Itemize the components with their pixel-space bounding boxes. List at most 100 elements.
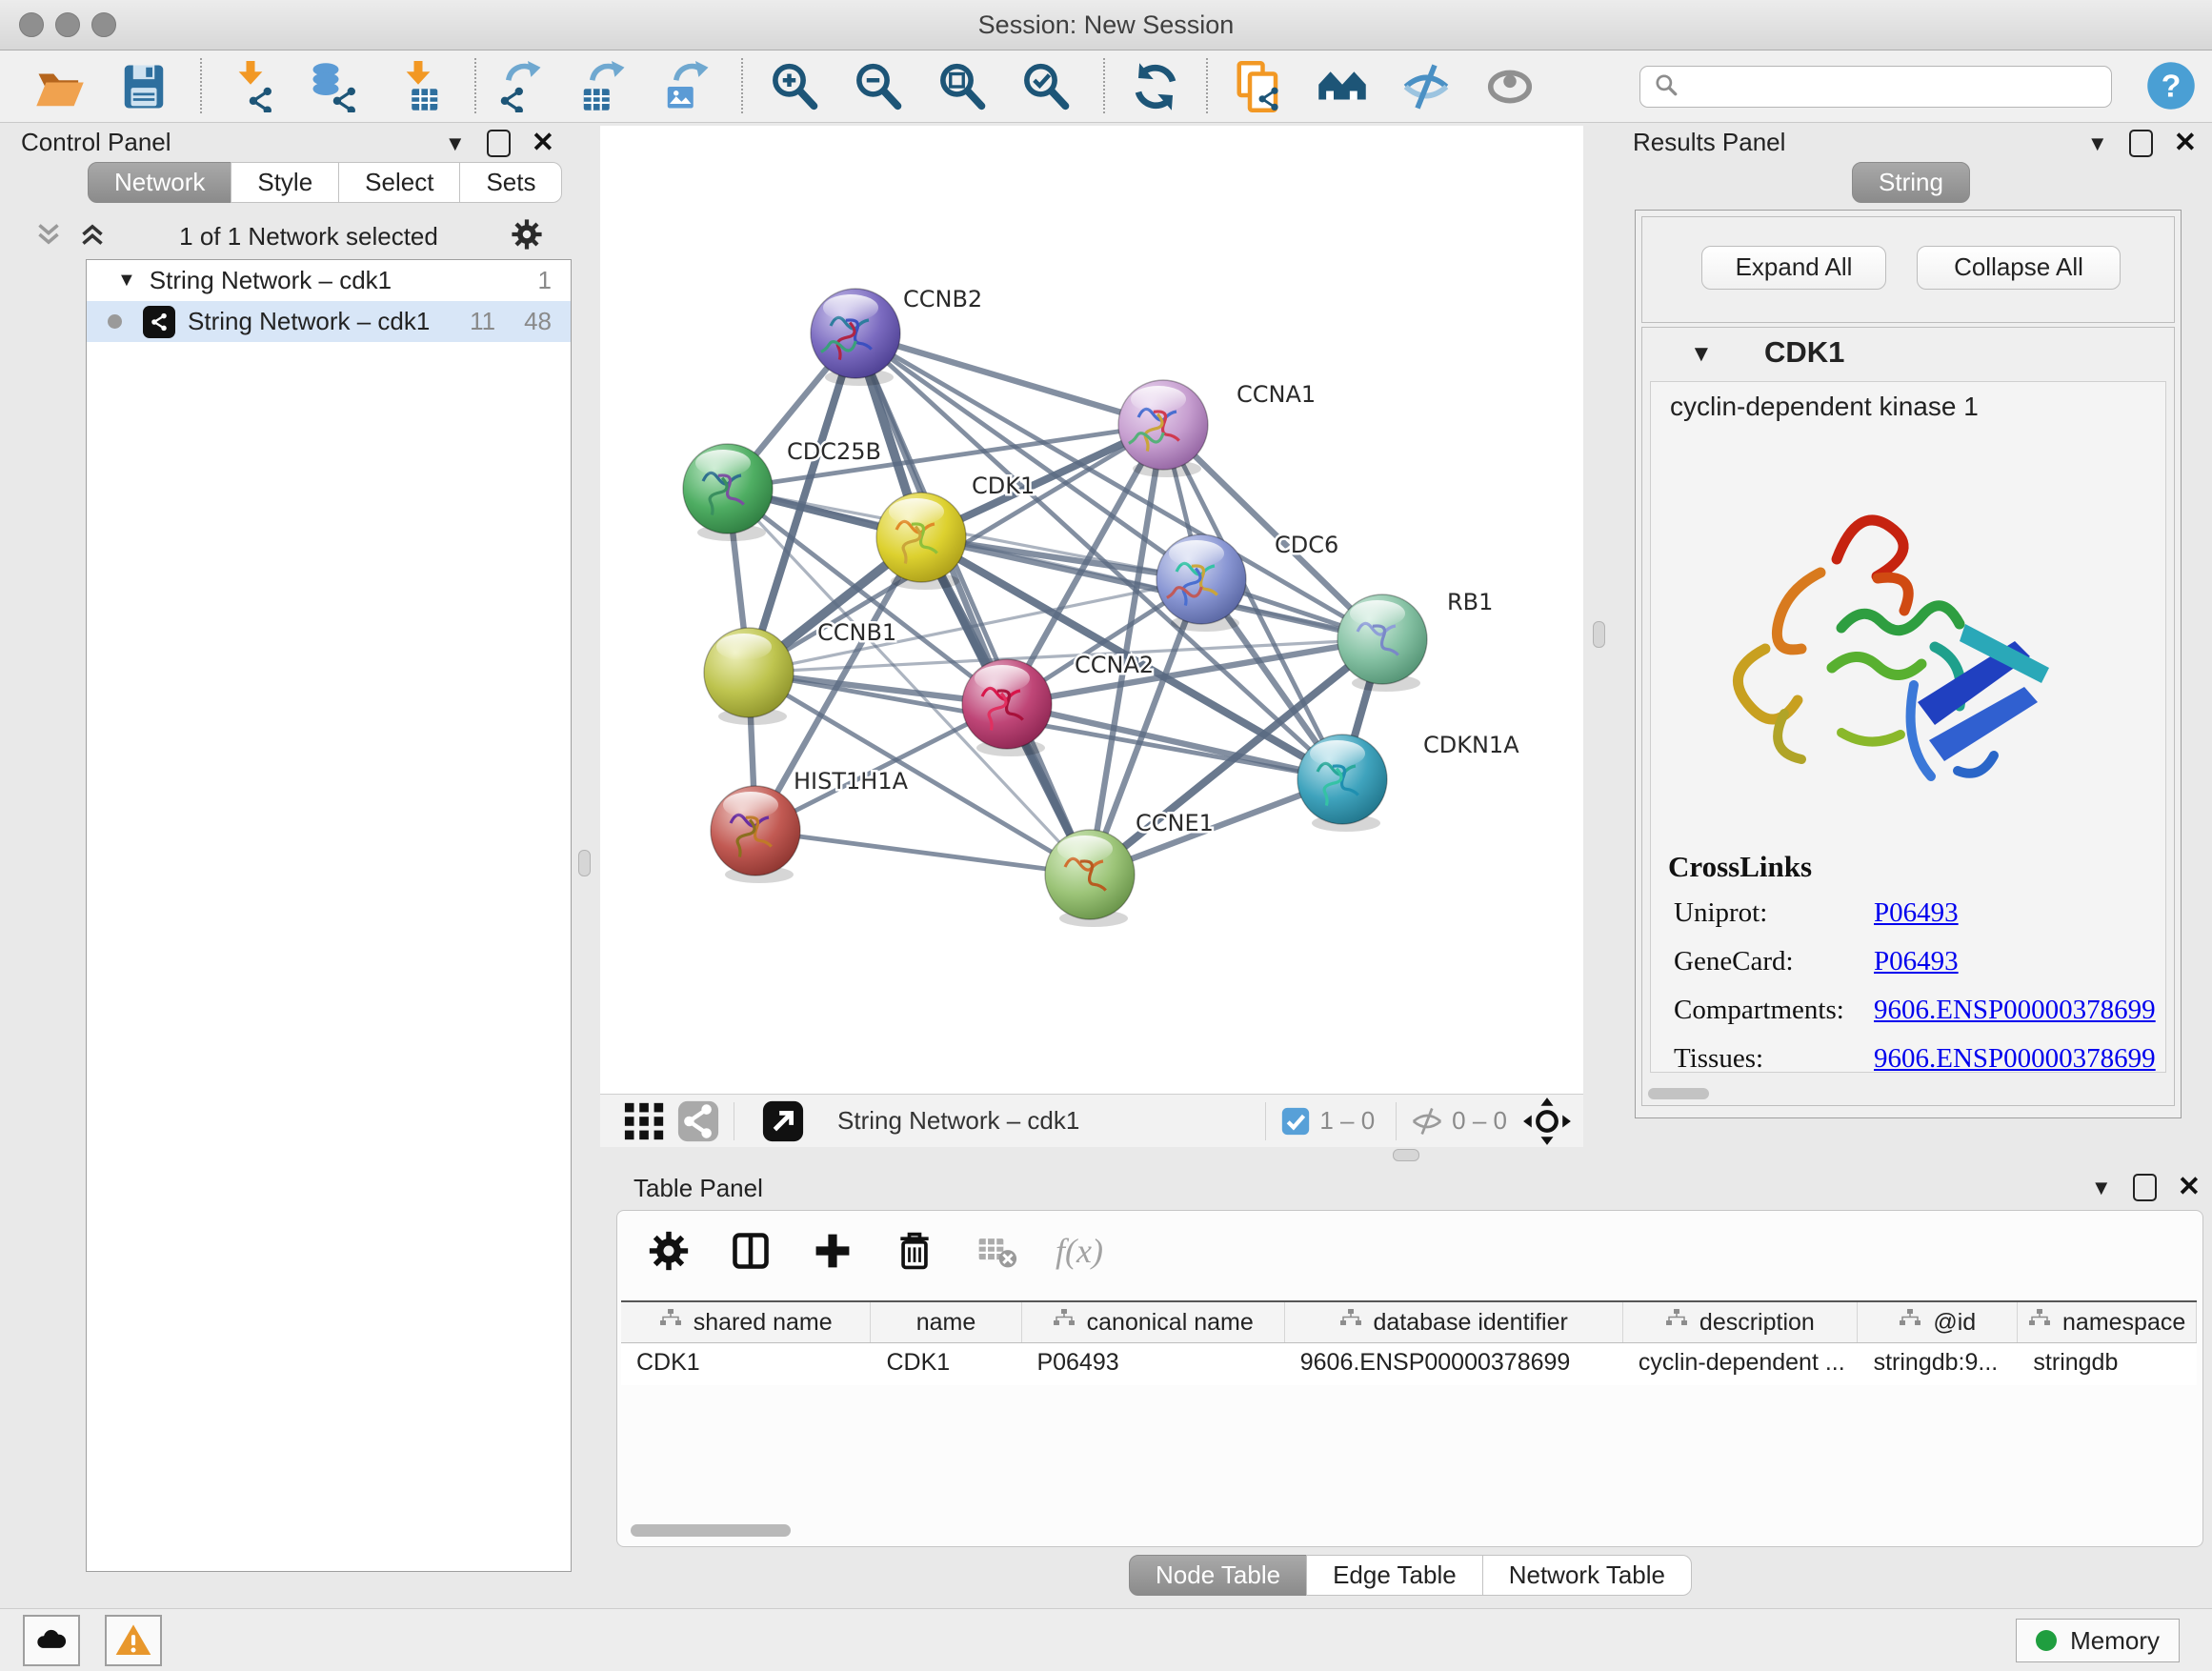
collapse-all-networks-icon[interactable]: [78, 220, 107, 253]
tab-string[interactable]: String: [1852, 162, 1970, 203]
birdseye-grid-icon[interactable]: [623, 1099, 667, 1143]
tab-style[interactable]: Style: [231, 162, 339, 203]
results-panel: Results Panel ▼ ✕ String Expand All Coll…: [1619, 124, 2212, 1150]
right-splitter-handle[interactable]: [1593, 621, 1605, 648]
table-hscrollbar-thumb[interactable]: [631, 1524, 791, 1537]
table-panel-float-icon[interactable]: ▼: [2091, 1176, 2112, 1200]
import-network-database-button[interactable]: [307, 59, 362, 114]
zoom-out-button[interactable]: [850, 59, 905, 114]
crosslink-link[interactable]: P06493: [1874, 897, 1959, 929]
cloud-status-button[interactable]: [23, 1615, 80, 1666]
results-panel-float-icon[interactable]: ▼: [2087, 131, 2108, 156]
node-CDC6[interactable]: [1156, 534, 1246, 632]
results-panel-close-icon[interactable]: ✕: [2174, 130, 2197, 157]
results-panel-maximize-icon[interactable]: [2129, 130, 2153, 157]
column-type-icon: [2028, 1308, 2051, 1338]
column-header-database-identifier[interactable]: database identifier: [1285, 1302, 1623, 1342]
node-HIST1H1A[interactable]: [711, 786, 800, 883]
column-header-description[interactable]: description: [1623, 1302, 1859, 1342]
import-network-file-button[interactable]: [223, 59, 278, 114]
warning-status-button[interactable]: [105, 1615, 162, 1666]
table-panel-close-icon[interactable]: ✕: [2178, 1174, 2201, 1201]
column-header-name[interactable]: name: [871, 1302, 1021, 1342]
results-hscrollbar[interactable]: [1648, 1088, 1709, 1099]
node-CCNA1[interactable]: [1118, 380, 1208, 477]
node-label-CCNA2: CCNA2: [1075, 652, 1154, 678]
hide-selected-button[interactable]: [1398, 59, 1454, 114]
edge-HIST1H1A-CCNE1[interactable]: [755, 831, 1090, 875]
clone-network-button[interactable]: [1231, 59, 1286, 114]
network-row-selected[interactable]: String Network – cdk1 11 48: [87, 301, 571, 342]
table-panel-maximize-icon[interactable]: [2133, 1174, 2157, 1201]
first-neighbors-button[interactable]: [1315, 59, 1370, 114]
column-type-icon: [1665, 1308, 1688, 1338]
table-options-gear-icon[interactable]: [646, 1228, 692, 1274]
section-collapse-icon[interactable]: ▼: [1690, 341, 1713, 368]
pan-crosshair-icon[interactable]: [1522, 1097, 1572, 1146]
left-splitter-handle[interactable]: [578, 850, 591, 876]
column-header-namespace[interactable]: namespace: [2018, 1302, 2197, 1342]
tab-sets[interactable]: Sets: [459, 162, 562, 203]
network-canvas[interactable]: CCNB2CCNA1CDC25BCDK1CDC6RB1CCNB1CCNA2CDK…: [600, 126, 1583, 1094]
memory-button[interactable]: Memory: [2016, 1619, 2180, 1662]
column-header-canonical-name[interactable]: canonical name: [1022, 1302, 1285, 1342]
column-header--id[interactable]: @id: [1858, 1302, 2018, 1342]
zoom-selected-button[interactable]: [1017, 59, 1073, 114]
open-session-button[interactable]: [32, 59, 88, 114]
column-header-shared-name[interactable]: shared name: [621, 1302, 871, 1342]
footer-separator: [1265, 1102, 1266, 1140]
save-session-button[interactable]: [116, 59, 171, 114]
create-column-icon[interactable]: [810, 1228, 855, 1274]
show-all-button[interactable]: [1482, 59, 1538, 114]
control-panel-close-icon[interactable]: ✕: [532, 130, 554, 157]
import-table-file-button[interactable]: [391, 59, 446, 114]
network-options-gear-icon[interactable]: [511, 218, 543, 255]
tab-node-table[interactable]: Node Table: [1129, 1555, 1307, 1596]
expand-all-button[interactable]: Expand All: [1701, 246, 1886, 290]
node-RB1[interactable]: [1337, 594, 1427, 692]
search-input[interactable]: [1688, 69, 2111, 105]
zoom-in-button[interactable]: [766, 59, 821, 114]
export-table-button[interactable]: [575, 59, 631, 114]
edge-CCNB2-RB1[interactable]: [855, 333, 1382, 639]
export-image-button[interactable]: [659, 59, 714, 114]
collection-count: 1: [538, 266, 552, 295]
hidden-eye-slash-icon[interactable]: [1410, 1104, 1444, 1138]
network-collection-row[interactable]: ▼ String Network – cdk1 1: [87, 260, 571, 301]
edge-CCNB2-CCNA1[interactable]: [855, 333, 1163, 425]
zoom-fit-button[interactable]: [934, 59, 989, 114]
expand-all-networks-icon[interactable]: [34, 220, 63, 253]
table-row[interactable]: CDK1CDK1P064939606.ENSP00000378699cyclin…: [621, 1343, 2197, 1385]
refresh-view-button[interactable]: [1128, 59, 1183, 114]
node-CCNB1[interactable]: [704, 628, 794, 725]
tab-network-table[interactable]: Network Table: [1482, 1555, 1692, 1596]
node-CCNA2[interactable]: [962, 659, 1052, 756]
export-network-button[interactable]: [492, 59, 547, 114]
delete-table-icon[interactable]: [974, 1228, 1019, 1274]
help-button[interactable]: ?: [2143, 58, 2199, 113]
control-panel-float-icon[interactable]: ▼: [445, 131, 466, 156]
network-share-icon: [143, 306, 175, 338]
delete-column-icon[interactable]: [892, 1228, 937, 1274]
crosslink-link[interactable]: P06493: [1874, 946, 1959, 977]
show-columns-icon[interactable]: [728, 1228, 774, 1274]
tab-select[interactable]: Select: [338, 162, 460, 203]
network-type-share-icon[interactable]: [676, 1099, 720, 1143]
node-CCNE1[interactable]: [1045, 830, 1135, 927]
control-panel-maximize-icon[interactable]: [487, 130, 511, 157]
search-box[interactable]: [1639, 66, 2112, 108]
node-label-CDC25B: CDC25B: [787, 438, 881, 465]
collapse-all-button[interactable]: Collapse All: [1917, 246, 2121, 290]
crosslink-link[interactable]: 9606.ENSP00000378699: [1874, 995, 2156, 1026]
tab-edge-table[interactable]: Edge Table: [1306, 1555, 1483, 1596]
tab-network[interactable]: Network: [88, 162, 231, 203]
collection-expander-icon[interactable]: ▼: [117, 270, 136, 292]
function-builder-icon[interactable]: f(x): [1056, 1231, 1103, 1271]
open-in-new-window-icon[interactable]: [761, 1099, 805, 1143]
node-CDC25B[interactable]: [683, 444, 773, 541]
string-results-container: Expand All Collapse All ▼ CDK1 cyclin-de…: [1635, 210, 2182, 1118]
selected-checkbox-icon[interactable]: [1279, 1105, 1312, 1137]
table-panel: Table Panel ▼ ✕ f(x): [607, 1160, 2212, 1608]
crosslink-link[interactable]: 9606.ENSP00000378699: [1874, 1043, 2156, 1073]
node-CDKN1A[interactable]: [1297, 735, 1387, 832]
